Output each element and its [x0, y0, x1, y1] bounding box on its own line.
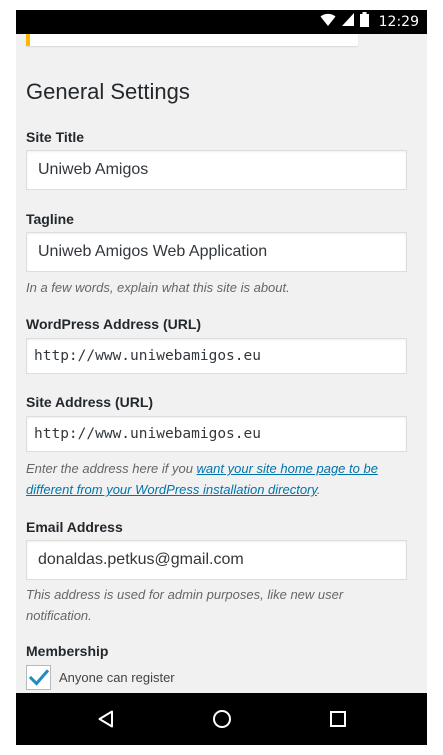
site-title-label: Site Title: [26, 129, 85, 145]
home-icon: [213, 710, 231, 728]
admin-notice: [26, 34, 358, 46]
status-bar: 12:29: [16, 10, 427, 34]
membership-checkbox[interactable]: [26, 665, 51, 690]
membership-checkbox-label: Anyone can register: [59, 670, 175, 685]
navigation-bar: [16, 693, 427, 745]
email-address-input[interactable]: donaldas.petkus@gmail.com: [26, 540, 407, 580]
recents-icon: [330, 711, 346, 727]
wordpress-address-input[interactable]: http://www.uniwebamigos.eu: [26, 338, 407, 374]
phone-screen: 12:29 General Settings Site Title Uniweb…: [16, 10, 427, 745]
tagline-label: Tagline: [26, 211, 74, 227]
site-address-label: Site Address (URL): [26, 394, 154, 410]
signal-icon: [341, 13, 354, 31]
membership-checkbox-row[interactable]: Anyone can register: [26, 665, 175, 690]
home-button[interactable]: [192, 693, 252, 745]
site-title-input[interactable]: Uniweb Amigos: [26, 150, 407, 190]
wordpress-address-label: WordPress Address (URL): [26, 316, 202, 332]
back-icon: [98, 710, 113, 728]
email-address-description: This address is used for admin purposes,…: [26, 587, 344, 623]
status-time: 12:29: [378, 14, 419, 30]
battery-icon: [359, 12, 369, 32]
tagline-description: In a few words, explain what this site i…: [26, 280, 290, 295]
site-address-input[interactable]: http://www.uniwebamigos.eu: [26, 416, 407, 452]
site-address-description-prefix: Enter the address here if you: [26, 461, 197, 476]
membership-label: Membership: [26, 643, 109, 659]
back-button[interactable]: [76, 693, 136, 745]
site-address-description-suffix: .: [316, 482, 321, 497]
recents-button[interactable]: [308, 693, 368, 745]
page-title: General Settings: [26, 79, 190, 104]
status-icons: 12:29: [320, 10, 419, 34]
site-address-description: Enter the address here if you want your …: [26, 458, 407, 500]
checkmark-icon: [28, 668, 49, 686]
tagline-input[interactable]: Uniweb Amigos Web Application: [26, 232, 407, 272]
wifi-icon: [320, 13, 336, 32]
email-address-label: Email Address: [26, 519, 123, 535]
